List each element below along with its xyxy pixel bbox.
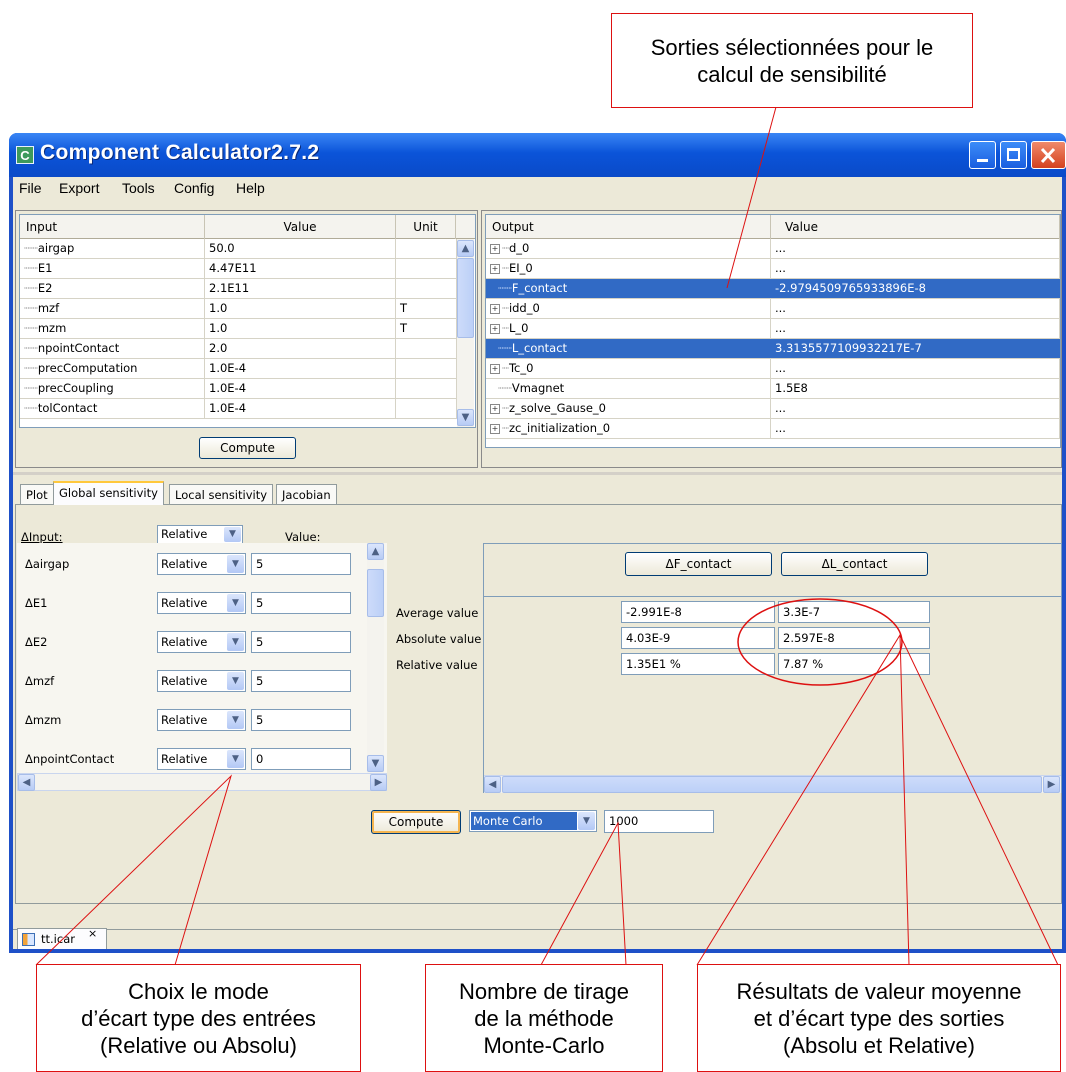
annotation-bottom-middle: Nombre de tirage de la méthode Monte-Car… [425,964,663,1072]
annotation-leaders [35,106,1059,966]
annotation-bottom-left: Choix le mode d’écart type des entrées (… [36,964,361,1072]
annotation-top: Sorties sélectionnées pour le calcul de … [611,13,973,108]
annotation-bottom-right: Résultats de valeur moyenne et d’écart t… [697,964,1061,1072]
